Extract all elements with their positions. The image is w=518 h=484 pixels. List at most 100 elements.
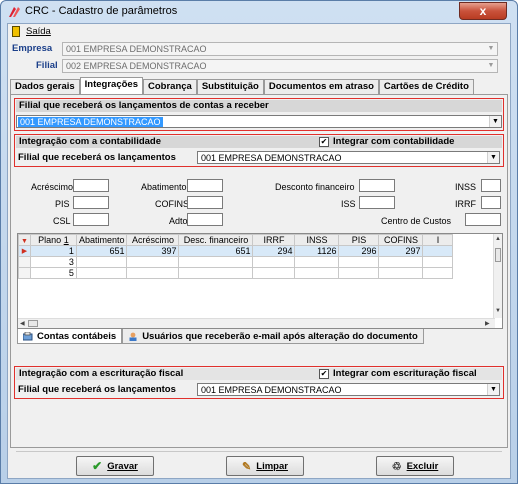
grid-cell[interactable] bbox=[126, 267, 180, 279]
empresa-combo[interactable]: 001 EMPRESA DEMONSTRACAO ▼ bbox=[62, 42, 498, 56]
save-button[interactable]: ✔ Gravar bbox=[76, 456, 154, 476]
pis-input[interactable] bbox=[73, 196, 109, 209]
receber-combo[interactable]: 001 EMPRESA DEMONSTRACAO ▼ bbox=[16, 115, 502, 128]
grid-cell[interactable] bbox=[422, 267, 454, 279]
window: CRC - Cadastro de parâmetros x Saída Emp… bbox=[0, 0, 518, 484]
grid-cell[interactable] bbox=[338, 267, 380, 279]
chevron-down-icon: ▼ bbox=[487, 45, 495, 52]
row-indicator bbox=[18, 256, 31, 268]
fiscal-filial-combo[interactable]: 001 EMPRESA DEMONSTRACAO ▼ bbox=[197, 383, 500, 396]
menu-exit-label: Saída bbox=[26, 26, 51, 37]
grid-cell[interactable]: 3 bbox=[29, 256, 77, 268]
filial-value: 002 EMPRESA DEMONSTRACAO bbox=[66, 61, 207, 71]
scroll-down-icon[interactable]: ▼ bbox=[495, 308, 501, 314]
sort-down-icon: ▼ bbox=[21, 238, 28, 245]
grid-col-desc-financeiro[interactable]: Desc. financeiro bbox=[178, 234, 254, 246]
grid-cell[interactable] bbox=[126, 256, 180, 268]
grid-indicator-header: ▼ bbox=[18, 234, 31, 246]
grid-col-abatimento[interactable]: Abatimento bbox=[75, 234, 128, 246]
tab-panel-integracoes: Filial que receberá os lançamentos de co… bbox=[10, 94, 508, 448]
grid-cell[interactable] bbox=[75, 256, 128, 268]
grid-cell[interactable]: 296 bbox=[338, 245, 380, 257]
csl-input[interactable] bbox=[73, 213, 109, 226]
grid-cell[interactable] bbox=[338, 256, 380, 268]
abatimento-input[interactable] bbox=[187, 179, 223, 192]
grid-col-cofins[interactable]: COFINS bbox=[378, 234, 424, 246]
grid-col-irrf[interactable]: IRRF bbox=[252, 234, 296, 246]
acrescimo-input[interactable] bbox=[73, 179, 109, 192]
scroll-thumb[interactable] bbox=[28, 320, 38, 327]
filial-label: Filial bbox=[36, 60, 58, 71]
tab-cobranca[interactable]: Cobrança bbox=[143, 79, 197, 94]
desconto-label: Desconto financeiro bbox=[275, 182, 355, 192]
sub-tab-strip: Contas contábeis Usuários que receberão … bbox=[17, 329, 424, 344]
scroll-right-icon[interactable]: ▶ bbox=[485, 320, 490, 327]
table-row[interactable]: ▶ 1 651 397 651 294 1126 296 297 bbox=[18, 245, 454, 257]
menu-exit[interactable]: Saída bbox=[12, 26, 51, 37]
tab-usuarios-email[interactable]: Usuários que receberão e-mail após alter… bbox=[122, 329, 424, 344]
grid-col-acrescimo[interactable]: Acréscimo bbox=[126, 234, 180, 246]
grid-cell[interactable]: 397 bbox=[126, 245, 180, 257]
table-row[interactable]: 5 bbox=[18, 267, 454, 279]
grid-cell[interactable] bbox=[178, 256, 254, 268]
chevron-down-icon: ▼ bbox=[487, 62, 495, 69]
menu-bar: Saída bbox=[8, 24, 510, 40]
grid-cell[interactable]: 1126 bbox=[294, 245, 340, 257]
scroll-up-icon[interactable]: ▲ bbox=[495, 236, 501, 242]
scroll-left-icon[interactable]: ◀ bbox=[20, 320, 25, 327]
tab-cartoes-credito[interactable]: Cartões de Crédito bbox=[378, 79, 474, 94]
door-icon bbox=[12, 26, 20, 37]
button-bar: ✔ Gravar ✎ Limpar ♲ Excluir bbox=[16, 451, 502, 477]
irrf-input[interactable] bbox=[481, 196, 501, 209]
contabilidade-filial-combo[interactable]: 001 EMPRESA DEMONSTRACAO ▼ bbox=[197, 151, 500, 164]
accounts-grid[interactable]: ▼ Plano 1 Abatimento Acréscimo Desc. fin… bbox=[17, 233, 503, 329]
scroll-thumb[interactable] bbox=[495, 248, 501, 262]
grid-vertical-scrollbar[interactable]: ▲ ▼ bbox=[493, 234, 502, 318]
close-button[interactable]: x bbox=[459, 2, 507, 20]
clear-button[interactable]: ✎ Limpar bbox=[226, 456, 304, 476]
table-row[interactable]: 3 bbox=[18, 256, 454, 268]
tab-documentos-atraso[interactable]: Documentos em atraso bbox=[263, 79, 379, 94]
grid-cell[interactable] bbox=[75, 267, 128, 279]
grid-cell[interactable] bbox=[252, 256, 296, 268]
grid-cell[interactable] bbox=[422, 256, 454, 268]
fiscal-checkbox-label: Integrar com escrituração fiscal bbox=[333, 368, 477, 379]
grid-horizontal-scrollbar[interactable]: ◀ ▶ bbox=[18, 318, 495, 328]
grid-col-plano[interactable]: Plano 1 bbox=[29, 234, 77, 246]
grid-cell[interactable]: 1 bbox=[29, 245, 77, 257]
adto-input[interactable] bbox=[187, 213, 223, 226]
grid-cell[interactable] bbox=[294, 267, 340, 279]
grid-cell[interactable] bbox=[422, 245, 454, 257]
grid-col-i[interactable]: I bbox=[422, 234, 454, 246]
filial-combo[interactable]: 002 EMPRESA DEMONSTRACAO ▼ bbox=[62, 59, 498, 73]
iss-input[interactable] bbox=[359, 196, 395, 209]
delete-icon: ♲ bbox=[391, 460, 402, 473]
tab-contas-contabeis[interactable]: Contas contábeis bbox=[17, 329, 123, 344]
delete-button[interactable]: ♲ Excluir bbox=[376, 456, 454, 476]
grid-cell[interactable]: 651 bbox=[178, 245, 254, 257]
grid-cell[interactable]: 5 bbox=[29, 267, 77, 279]
grid-cell[interactable] bbox=[378, 256, 424, 268]
grid-cell[interactable] bbox=[252, 267, 296, 279]
desconto-input[interactable] bbox=[359, 179, 395, 192]
sort-marker: 1 bbox=[63, 235, 69, 245]
grid-cell[interactable]: 294 bbox=[252, 245, 296, 257]
fiscal-checkbox[interactable]: ✔ bbox=[319, 369, 329, 379]
contabilidade-checkbox[interactable]: ✔ bbox=[319, 137, 329, 147]
grid-col-inss[interactable]: INSS bbox=[294, 234, 340, 246]
centro-custos-input[interactable] bbox=[465, 213, 501, 226]
grid-cell[interactable] bbox=[178, 267, 254, 279]
inss-input[interactable] bbox=[481, 179, 501, 192]
grid-col-pis[interactable]: PIS bbox=[338, 234, 380, 246]
grid-cell[interactable]: 297 bbox=[378, 245, 424, 257]
grid-cell[interactable] bbox=[294, 256, 340, 268]
tab-substituicao[interactable]: Substituição bbox=[196, 79, 264, 94]
grid-cell[interactable] bbox=[378, 267, 424, 279]
chevron-down-icon: ▼ bbox=[487, 384, 499, 395]
cofins-input[interactable] bbox=[187, 196, 223, 209]
title-bar[interactable]: CRC - Cadastro de parâmetros x bbox=[1, 1, 517, 23]
tab-integracoes[interactable]: Integrações bbox=[79, 77, 143, 94]
tab-dados-gerais[interactable]: Dados gerais bbox=[10, 79, 80, 94]
check-icon: ✔ bbox=[320, 137, 328, 146]
grid-cell[interactable]: 651 bbox=[75, 245, 128, 257]
